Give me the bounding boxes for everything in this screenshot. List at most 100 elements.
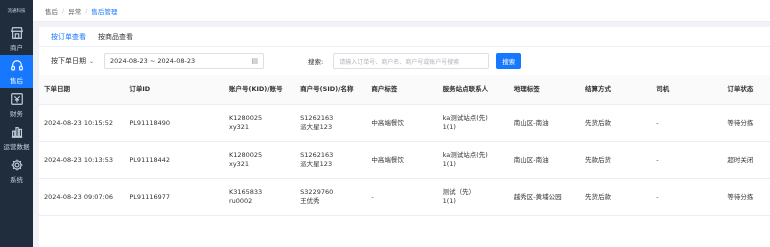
app-logo: 流通科技 [7, 9, 26, 14]
order-status: 等待分拣 [727, 192, 754, 201]
gear-icon [10, 158, 24, 172]
account-name: xy321 [228, 123, 250, 131]
station-contact-cell: ka测试站点(先) 1(1) [438, 114, 509, 132]
sidebar-item-after-sales[interactable]: 售后 [0, 55, 33, 88]
merchant-name: 王优秀 [300, 197, 320, 205]
main-content: 按订单查看 按商品查看 按下单日期 ⌄ 2024-08-23 ~ 2024-08… [39, 27, 770, 247]
table-header: 下单日期 订单ID 账户号(KID)/账号 商户号(SID)/名称 商户标签 服… [39, 75, 770, 105]
sidebar-item-system[interactable]: 系统 [0, 154, 33, 187]
view-tabs: 按订单查看 按商品查看 [39, 27, 770, 47]
store-icon [10, 26, 24, 40]
sidebar-item-label: 财务 [10, 109, 23, 118]
column-header: 司机 [656, 85, 670, 93]
merchant-cell: S1262163 派大星123 [295, 151, 366, 169]
order-date: 2024-08-23 09:07:06 [44, 192, 114, 201]
search-input[interactable]: 请输入订单号、商户名、商户号或账户号搜索 [333, 53, 490, 69]
account-kid: K1280025 [228, 151, 263, 159]
breadcrumb-item[interactable]: 售后 [45, 6, 58, 16]
sidebar-item-label: 售后 [10, 76, 23, 85]
settlement-method: 先款后货 [584, 155, 611, 164]
geo-tag: 南山区-南油 [513, 118, 549, 127]
breadcrumb-current: 售后管理 [91, 7, 118, 16]
merchant-tag: 中高端餐饮 [371, 155, 404, 164]
sidebar-item-label: 系统 [10, 175, 23, 184]
order-id[interactable]: PL91116977 [124, 193, 224, 202]
order-date: 2024-08-23 10:13:53 [44, 155, 114, 164]
tab-by-product[interactable]: 按商品查看 [98, 27, 133, 47]
order-date: 2024-08-23 10:15:52 [44, 118, 114, 127]
merchant-cell: S1262163 派大星123 [295, 114, 366, 132]
search-button[interactable]: 搜索 [496, 53, 522, 69]
station-name: 测试（先） [442, 188, 476, 196]
breadcrumb-item[interactable]: 异常 [68, 6, 81, 16]
sidebar: 流通科技 商户 售后 财务 运营数据 系统 [0, 0, 33, 247]
column-header: 订单ID [129, 85, 151, 93]
account-name: ru0002 [228, 197, 253, 205]
column-header: 结算方式 [584, 85, 611, 93]
table-row[interactable]: 2024-08-23 09:07:06 PL91116977 K3165833 … [39, 179, 770, 216]
table-row[interactable]: 2024-08-23 10:15:52 PL91118490 K1280025 … [39, 105, 770, 142]
filter-bar: 按下单日期 ⌄ 2024-08-23 ~ 2024-08-23 ▤ 搜索: 请输… [39, 47, 770, 75]
station-contact: 1(1) [442, 197, 456, 205]
account-kid: K3165833 [228, 188, 263, 196]
driver: - [656, 155, 659, 164]
account-kid: K1280025 [228, 114, 263, 122]
sidebar-item-label: 商户 [10, 43, 23, 52]
date-type-label: 按下单日期 [51, 57, 86, 65]
settlement-method: 先货后款 [584, 192, 611, 201]
date-range-picker[interactable]: 2024-08-23 ~ 2024-08-23 ▤ [104, 53, 265, 69]
driver: - [656, 192, 659, 201]
orders-table: 下单日期 订单ID 账户号(KID)/账号 商户号(SID)/名称 商户标签 服… [39, 75, 770, 216]
merchant-sid: S1262163 [300, 151, 334, 159]
bar-chart-icon [10, 125, 24, 139]
merchant-sid: S3229760 [300, 188, 334, 196]
merchant-name: 派大星123 [300, 160, 333, 168]
station-contact: 1(1) [442, 160, 456, 168]
station-name: ka测试站点(先) [442, 114, 488, 122]
table-row[interactable]: 2024-08-23 10:13:53 PL91118442 K1280025 … [39, 142, 770, 179]
chevron-down-icon: ⌄ [89, 57, 95, 65]
station-contact: 1(1) [442, 123, 456, 131]
account-name: xy321 [228, 160, 250, 168]
column-header: 地理标签 [513, 85, 540, 93]
yuan-icon [10, 92, 24, 106]
merchant-sid: S1262163 [300, 114, 334, 122]
tab-by-order[interactable]: 按订单查看 [51, 27, 86, 47]
column-header: 账户号(KID)/账号 [228, 85, 283, 93]
order-id[interactable]: PL91118442 [124, 156, 224, 165]
column-header: 服务站点联系人 [442, 85, 489, 93]
account-cell: K3165833 ru0002 [224, 188, 295, 206]
breadcrumb: 售后 / 异常 / 售后管理 [33, 0, 770, 22]
order-status: 等待分拣 [727, 118, 754, 127]
order-status: 超时关闭 [727, 155, 754, 164]
merchant-cell: S3229760 王优秀 [295, 188, 366, 206]
settlement-method: 先货后款 [584, 118, 611, 127]
geo-tag: 越秀区-黄埔公园 [513, 192, 562, 201]
column-header: 订单状态 [727, 85, 754, 93]
station-contact-cell: ka测试站点(先) 1(1) [438, 151, 509, 169]
station-name: ka测试站点(先) [442, 151, 488, 159]
driver: - [656, 118, 659, 127]
account-cell: K1280025 xy321 [224, 151, 295, 169]
account-cell: K1280025 xy321 [224, 114, 295, 132]
column-header: 下单日期 [44, 85, 70, 93]
sidebar-item-label: 运营数据 [3, 142, 30, 151]
order-id[interactable]: PL91118490 [124, 119, 224, 128]
headset-icon [10, 59, 24, 73]
column-header: 商户号(SID)/名称 [300, 85, 354, 93]
merchant-tag: 中高端餐饮 [371, 118, 404, 127]
search-label: 搜索: [308, 58, 324, 66]
calendar-icon: ▤ [251, 57, 259, 65]
sidebar-item-operations-data[interactable]: 运营数据 [0, 121, 33, 154]
station-contact-cell: 测试（先） 1(1) [438, 188, 509, 206]
sidebar-item-finance[interactable]: 财务 [0, 88, 33, 121]
date-type-select[interactable]: 按下单日期 ⌄ [51, 56, 94, 66]
merchant-tag: - [371, 192, 374, 201]
breadcrumb-separator: / [85, 6, 88, 15]
merchant-name: 派大星123 [300, 123, 333, 131]
sidebar-item-merchant[interactable]: 商户 [0, 22, 33, 55]
breadcrumb-separator: / [62, 6, 65, 15]
column-header: 商户标签 [371, 85, 398, 93]
geo-tag: 南山区-南油 [513, 155, 549, 164]
date-range-value: 2024-08-23 ~ 2024-08-23 [110, 57, 196, 65]
